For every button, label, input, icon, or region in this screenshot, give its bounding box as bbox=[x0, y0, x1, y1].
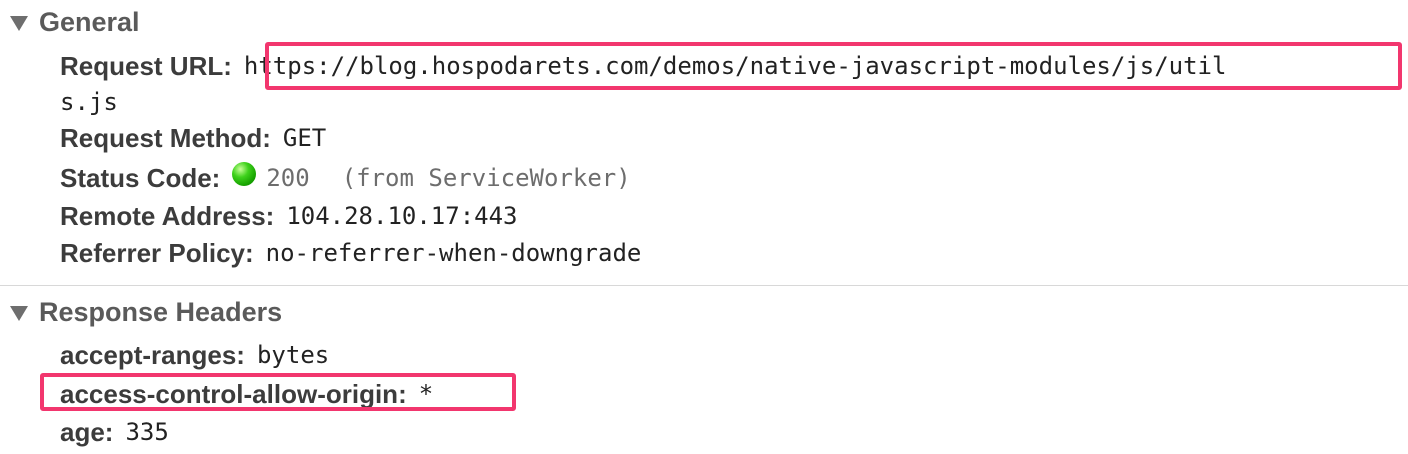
response-header-value: * bbox=[418, 380, 434, 408]
request-method-value: GET bbox=[282, 124, 327, 152]
remote-address-row: Remote Address: 104.28.10.17:443 bbox=[60, 198, 518, 234]
general-section-title: General bbox=[39, 6, 140, 37]
request-url-label: Request URL: bbox=[60, 50, 232, 81]
green-status-dot-icon bbox=[232, 162, 257, 186]
response-header-name: accept-ranges: bbox=[60, 339, 245, 370]
response-header-row: age: 335 bbox=[60, 414, 169, 450]
status-code-label: Status Code: bbox=[60, 162, 221, 193]
status-code-value: 200 bbox=[266, 164, 310, 192]
response-header-row: accept-ranges: bytes bbox=[60, 337, 329, 373]
request-url-continuation[interactable]: s.js bbox=[60, 86, 118, 118]
remote-address-label: Remote Address: bbox=[60, 200, 275, 231]
response-header-name: access-control-allow-origin: bbox=[60, 378, 407, 409]
collapse-triangle-icon bbox=[10, 15, 28, 31]
collapse-triangle-icon bbox=[10, 305, 28, 321]
response-header-value: bytes bbox=[256, 341, 330, 369]
response-header-row: access-control-allow-origin: * bbox=[60, 376, 433, 412]
response-header-value: 335 bbox=[125, 418, 169, 446]
request-method-label: Request Method: bbox=[60, 122, 271, 153]
referrer-policy-row: Referrer Policy: no-referrer-when-downgr… bbox=[60, 235, 641, 271]
referrer-policy-value: no-referrer-when-downgrade bbox=[265, 239, 642, 267]
general-section-header[interactable]: General bbox=[10, 4, 140, 40]
request-method-row: Request Method: GET bbox=[60, 120, 326, 156]
remote-address-value: 104.28.10.17:443 bbox=[286, 202, 518, 230]
response-headers-section-header[interactable]: Response Headers bbox=[10, 294, 282, 330]
request-url-row: Request URL: https://blog.hospodarets.co… bbox=[60, 48, 1226, 84]
request-url-value[interactable]: https://blog.hospodarets.com/demos/nativ… bbox=[244, 52, 1227, 80]
response-header-name: age: bbox=[60, 416, 114, 447]
section-divider bbox=[0, 285, 1408, 286]
referrer-policy-label: Referrer Policy: bbox=[60, 237, 254, 268]
status-code-row: Status Code: 200 (from ServiceWorker) bbox=[60, 160, 631, 196]
response-headers-section-title: Response Headers bbox=[39, 296, 283, 327]
status-code-note: (from ServiceWorker) bbox=[341, 164, 631, 192]
